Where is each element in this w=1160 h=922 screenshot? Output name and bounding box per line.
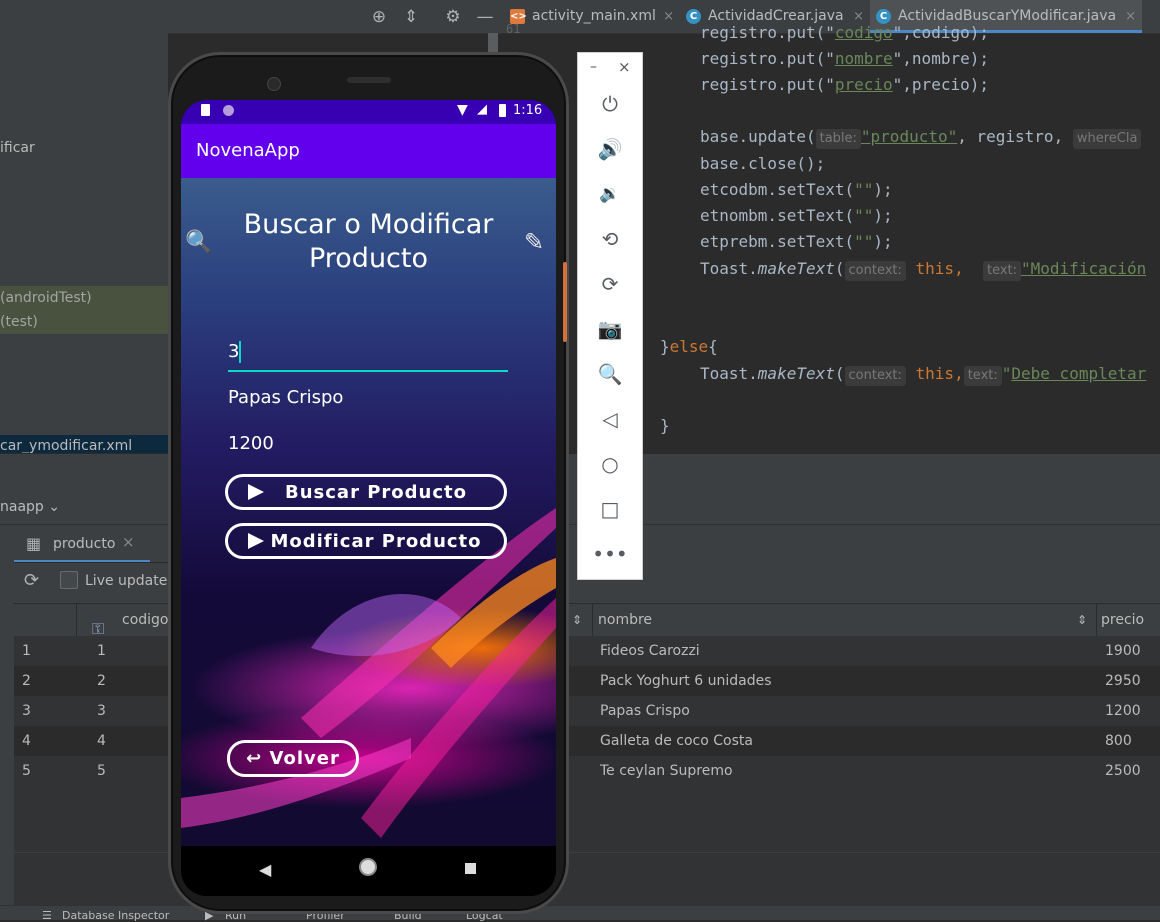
battery-icon <box>499 104 506 117</box>
undo-icon: ↩ <box>246 748 263 769</box>
app-content: 🔍 ✎ Buscar o Modificar Producto 3 Papas … <box>181 178 556 846</box>
speaker-grille <box>347 77 391 83</box>
play-icon <box>248 533 264 549</box>
wifi-icon: ▼ <box>457 102 468 118</box>
sd-card-icon <box>201 104 210 116</box>
minimize-panel-icon[interactable]: — <box>474 6 496 28</box>
table-icon: ▦ <box>26 534 42 553</box>
status-time: 1:16 <box>513 103 543 118</box>
database-selector[interactable]: naapp ⌄ <box>0 496 60 518</box>
more-options-icon[interactable]: ••• <box>578 539 642 569</box>
android-navigation-bar: ◀ <box>181 846 556 896</box>
code-line[interactable]: registro.put("codigo",codigo); <box>700 20 989 46</box>
column-divider <box>76 604 77 637</box>
price-input[interactable]: 1200 <box>228 426 508 462</box>
sort-icon[interactable]: ⇕ <box>1077 604 1087 637</box>
project-tree-item-test[interactable]: (test) <box>0 310 168 334</box>
app-toolbar: NovenaApp <box>181 124 556 178</box>
signal-icon: ◢ <box>477 102 487 117</box>
code-line[interactable]: Toast.makeText(context: this, text: "Modi… <box>700 256 1146 282</box>
gear-icon[interactable]: ⚙ <box>442 6 464 28</box>
refresh-icon[interactable]: ⟳ <box>24 570 39 591</box>
side-button[interactable] <box>563 262 567 342</box>
tool-window-strip: ☰ Database Inspector ▶ Run Profiler Buil… <box>0 905 1160 922</box>
android-status-bar: ▼ ◢ 1:16 <box>181 100 556 124</box>
tab-activity-main[interactable]: <> activity_main.xml × <box>504 0 680 33</box>
project-panel <box>0 33 168 453</box>
column-divider <box>1096 604 1097 637</box>
text-cursor <box>239 341 242 363</box>
column-divider <box>592 604 593 637</box>
live-updates-label: Live updates <box>85 573 175 589</box>
camera-lens <box>267 77 281 91</box>
name-input[interactable]: Papas Crispo <box>228 380 508 416</box>
close-tab-icon[interactable]: × <box>122 533 135 551</box>
home-icon[interactable]: ○ <box>578 449 642 479</box>
column-header-codigo[interactable]: codigo <box>122 604 169 637</box>
panel-scrollbar[interactable] <box>488 33 498 53</box>
database-icon: ☰ <box>42 909 52 922</box>
notification-icon <box>223 105 234 116</box>
code-line[interactable]: registro.put("precio",precio); <box>700 72 989 98</box>
code-line[interactable]: etcodbm.setText(""); <box>700 177 893 203</box>
project-tree-item-android-test[interactable]: (androidTest) <box>0 286 168 310</box>
nav-recents-icon[interactable] <box>465 863 476 874</box>
code-line[interactable]: }else{ <box>660 334 718 360</box>
back-icon[interactable]: ◁ <box>578 404 642 434</box>
play-icon <box>248 484 264 500</box>
nav-back-icon[interactable]: ◀ <box>259 860 271 879</box>
project-tree-item-layout-file[interactable]: car_ymodificar.xml <box>0 435 168 453</box>
search-product-button[interactable]: Buscar Producto <box>225 474 507 510</box>
java-class-icon: C <box>686 9 701 24</box>
emulator-toolbar: – × ⏻ 🔊 🔉 ⟲ ⟳ 📷 🔍 ◁ ○ □ ••• <box>577 52 643 580</box>
code-line[interactable]: base.update(table: "producto", registro, … <box>700 124 1142 150</box>
project-tree-item[interactable]: ificar <box>0 136 168 160</box>
code-line[interactable]: Toast.makeText(context: this, text: "Debe … <box>700 361 1146 387</box>
screen-title: Buscar o Modificar Producto <box>243 209 494 274</box>
code-line[interactable]: etprebm.setText(""); <box>700 229 893 255</box>
column-header-nombre[interactable]: nombre <box>598 604 652 637</box>
table-tab-producto[interactable]: ▦ producto × <box>14 530 150 563</box>
rotate-right-icon[interactable]: ⟳ <box>578 269 642 299</box>
sort-icon[interactable]: ⇕ <box>572 604 582 637</box>
power-icon[interactable]: ⏻ <box>578 89 642 119</box>
chevron-down-icon: ⌄ <box>48 499 60 515</box>
nav-home-icon[interactable] <box>359 858 377 876</box>
code-line[interactable]: } <box>660 413 670 439</box>
live-updates-checkbox[interactable] <box>60 571 78 589</box>
search-icon: 🔍 <box>185 230 213 255</box>
line-number: 61 <box>506 22 521 36</box>
zoom-icon[interactable]: 🔍 <box>578 359 642 389</box>
collapse-icon[interactable]: ⇕ <box>400 6 422 28</box>
code-line[interactable]: registro.put("nombre",nombre); <box>700 46 989 72</box>
code-line[interactable]: base.close(); <box>700 151 825 177</box>
volume-down-icon[interactable]: 🔉 <box>578 179 642 209</box>
close-tab-icon[interactable]: × <box>663 0 674 33</box>
code-line[interactable]: etnombm.setText(""); <box>700 203 893 229</box>
phone-screen: ▼ ◢ 1:16 NovenaApp 🔍 ✎ Buscar o Modifica… <box>181 100 556 896</box>
pencil-icon: ✎ <box>524 228 545 256</box>
modify-product-button[interactable]: Modificar Producto <box>225 523 507 559</box>
rotate-left-icon[interactable]: ⟲ <box>578 224 642 254</box>
volume-up-icon[interactable]: 🔊 <box>578 134 642 164</box>
code-input[interactable]: 3 <box>228 334 508 372</box>
column-header-precio[interactable]: precio <box>1101 604 1144 637</box>
divider <box>14 562 168 563</box>
close-icon[interactable]: × <box>618 58 631 76</box>
overview-icon[interactable]: □ <box>578 494 642 524</box>
minimize-icon[interactable]: – <box>590 59 597 75</box>
close-tab-icon[interactable]: × <box>1125 0 1136 33</box>
target-icon[interactable]: ⊕ <box>368 6 390 28</box>
tool-database-inspector[interactable]: Database Inspector <box>62 910 169 921</box>
camera-icon[interactable]: 📷 <box>578 314 642 344</box>
back-button[interactable]: ↩ Volver <box>227 740 359 777</box>
app-name: NovenaApp <box>196 140 300 161</box>
